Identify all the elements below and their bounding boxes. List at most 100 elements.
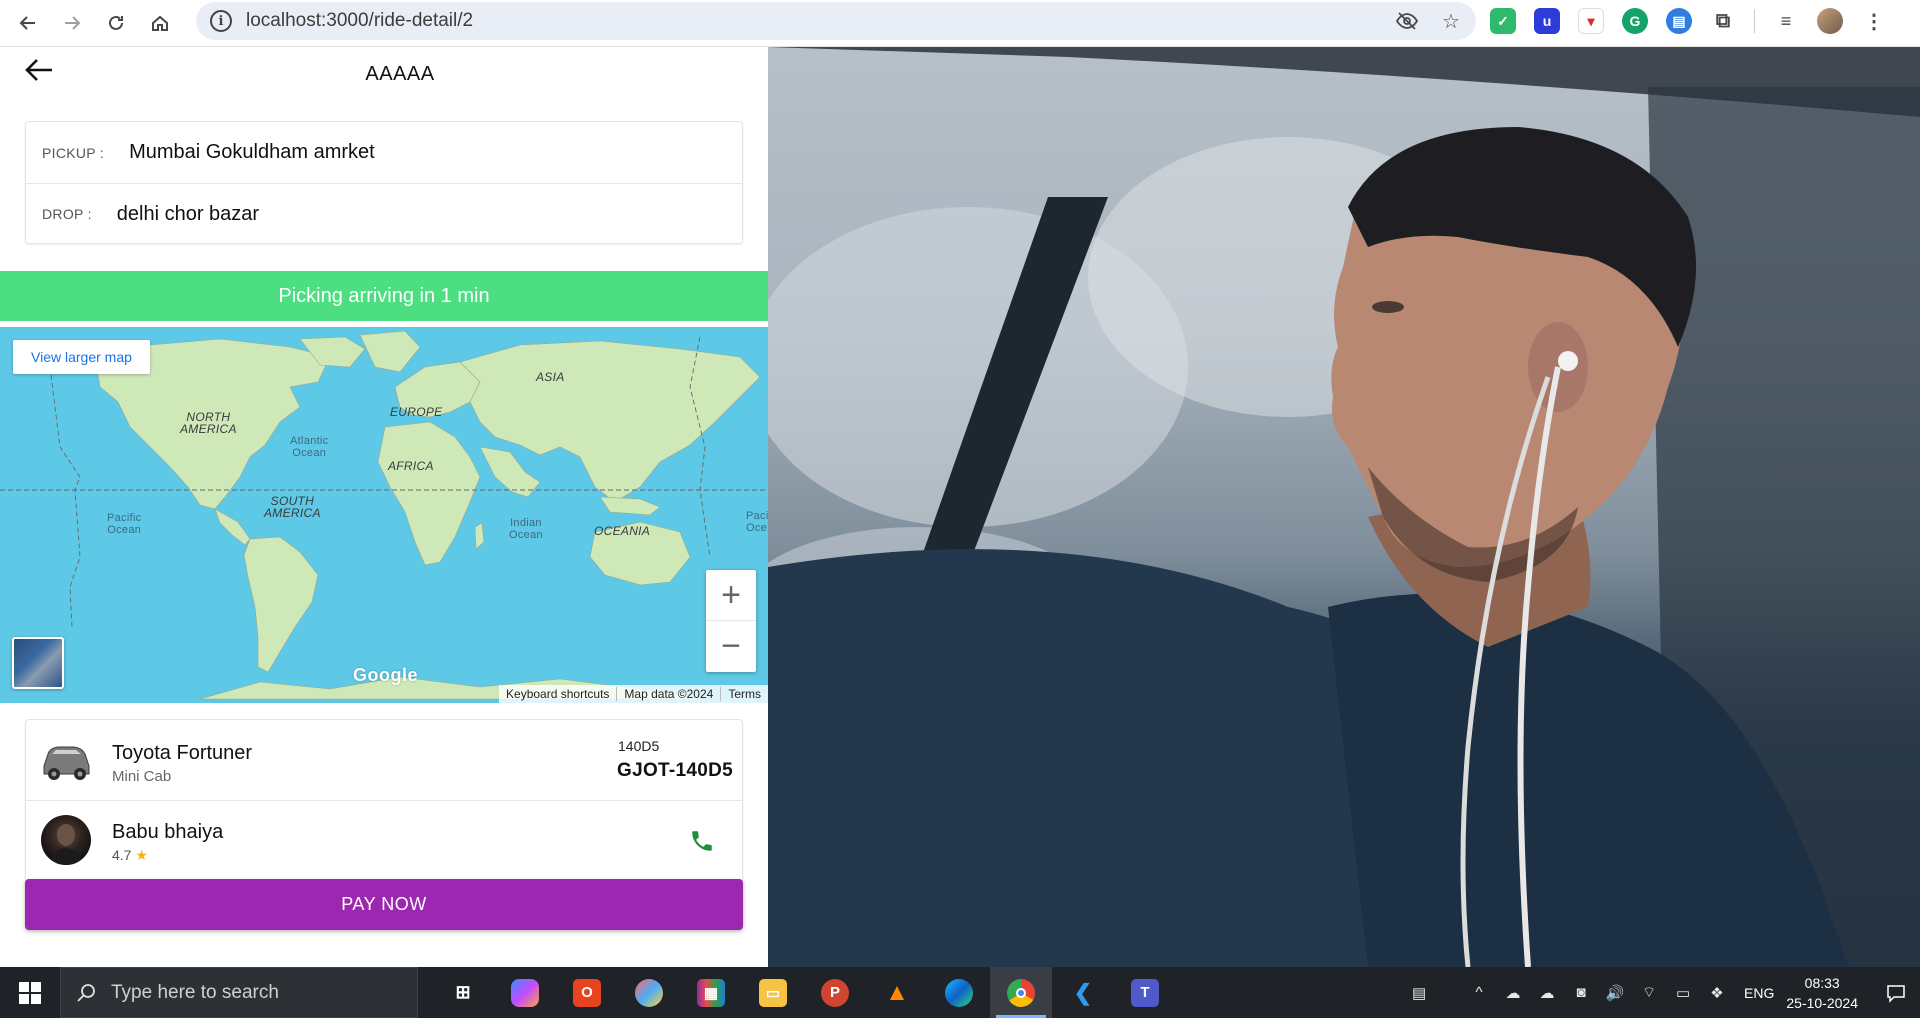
notification-icon[interactable] bbox=[1872, 967, 1920, 1018]
home-icon[interactable] bbox=[138, 5, 182, 41]
cloud-error-icon[interactable]: ☁ bbox=[1534, 980, 1560, 1006]
vehicle-row: Toyota Fortuner Mini Cab 140D5 GJOT-140D… bbox=[26, 720, 742, 800]
vehicle-name: Toyota Fortuner bbox=[112, 742, 253, 764]
grammarly-icon[interactable]: G bbox=[1622, 8, 1648, 34]
page-title: AAAAA bbox=[365, 63, 435, 85]
browser-menu-icon[interactable]: ⋮ bbox=[1861, 8, 1887, 34]
system-clock[interactable]: 08:33 25-10-2024 bbox=[1786, 973, 1858, 1013]
office-icon[interactable]: O bbox=[556, 967, 618, 1018]
camera-icon[interactable]: ◙ bbox=[1568, 980, 1594, 1006]
map-label-pacific-right-text: Paci Oce bbox=[746, 510, 768, 534]
map-label-south-america: SOUTH AMERICA bbox=[264, 495, 321, 519]
embedded-map[interactable]: View larger map NORTH AMERICA Atlantic O… bbox=[0, 327, 768, 703]
teams-icon[interactable]: T bbox=[1114, 967, 1176, 1018]
windows-taskbar: Type here to search ⊞ O ▦ ▭ P ▲ ❮ T ▤ ^ … bbox=[0, 967, 1920, 1018]
app-header: AAAAA bbox=[0, 47, 768, 99]
extensions-bar: ✓ u ▾ G ▤ ⧉ ≡ ⋮ bbox=[1490, 4, 1887, 38]
star-icon: ★ bbox=[135, 847, 148, 863]
task-view-icon[interactable]: ⊞ bbox=[432, 967, 494, 1018]
profile-avatar-icon[interactable] bbox=[1817, 8, 1843, 34]
zoom-out-button[interactable]: − bbox=[706, 620, 756, 671]
map-attribution: Keyboard shortcuts Map data ©2024 Terms bbox=[499, 685, 768, 703]
map-label-europe: EUROPE bbox=[390, 405, 443, 419]
extension-doc-icon[interactable]: ▤ bbox=[1666, 8, 1692, 34]
site-info-icon[interactable]: i bbox=[210, 10, 232, 32]
taskbar-search-box[interactable]: Type here to search bbox=[60, 967, 418, 1018]
map-label-atlantic-text: Atlantic Ocean bbox=[290, 435, 329, 459]
browser-toolbar: i localhost:3000/ride-detail/2 ☆ ✓ u ▾ G… bbox=[0, 0, 1920, 47]
drop-value: delhi chor bazar bbox=[116, 202, 260, 225]
plate-number: GJOT-140D5 bbox=[617, 760, 733, 781]
pickup-row: PICKUP : Mumbai Gokuldham amrket bbox=[26, 122, 742, 183]
address-bar[interactable]: i localhost:3000/ride-detail/2 ☆ bbox=[196, 2, 1476, 40]
view-larger-map-link[interactable]: View larger map bbox=[13, 340, 150, 374]
url-text[interactable]: localhost:3000/ride-detail/2 bbox=[246, 10, 473, 32]
reload-icon[interactable] bbox=[94, 5, 138, 41]
plate-short: 140D5 bbox=[618, 738, 660, 754]
news-widget-icon[interactable]: ▤ bbox=[1406, 980, 1432, 1006]
shield-extension-icon[interactable]: ✓ bbox=[1490, 8, 1516, 34]
map-label-south-america-text: SOUTH AMERICA bbox=[264, 494, 321, 520]
battery-icon[interactable]: ▭ bbox=[1670, 980, 1696, 1006]
map-label-indian: Indian Ocean bbox=[509, 517, 543, 541]
driver-photo-graphic bbox=[768, 47, 1920, 967]
location-card: PICKUP : Mumbai Gokuldham amrket DROP : … bbox=[25, 121, 743, 244]
bookmark-star-icon[interactable]: ☆ bbox=[1440, 10, 1462, 33]
volume-icon[interactable]: 🔊 bbox=[1602, 980, 1628, 1006]
driver-hero-image bbox=[768, 47, 1920, 967]
pickup-label: PICKUP : bbox=[42, 144, 105, 161]
puzzle-extensions-icon[interactable]: ⧉ bbox=[1710, 8, 1736, 34]
map-label-asia: ASIA bbox=[536, 370, 565, 384]
vscode-icon[interactable]: ❮ bbox=[1052, 967, 1114, 1018]
clock-date: 25-10-2024 bbox=[1786, 994, 1858, 1011]
chrome-icon[interactable] bbox=[990, 967, 1052, 1018]
google-logo: Google bbox=[353, 665, 418, 685]
map-label-pacific-right: Paci Oce bbox=[746, 510, 768, 534]
powerpoint-icon[interactable]: P bbox=[804, 967, 866, 1018]
extension-blue-icon[interactable]: u bbox=[1534, 8, 1560, 34]
map-label-pacific-text: Pacific Ocean bbox=[107, 512, 142, 536]
dropbox-icon[interactable]: ❖ bbox=[1704, 980, 1730, 1006]
extension-red-icon[interactable]: ▾ bbox=[1578, 8, 1604, 34]
browser-back-icon[interactable] bbox=[6, 5, 50, 41]
winrar-icon[interactable]: ▦ bbox=[680, 967, 742, 1018]
drop-label: DROP : bbox=[42, 206, 92, 222]
browser-forward-icon[interactable] bbox=[50, 5, 94, 41]
language-indicator[interactable]: ENG bbox=[1744, 985, 1774, 1001]
zoom-in-button[interactable]: + bbox=[706, 570, 756, 620]
rating-value: 4.7 bbox=[112, 847, 132, 863]
ride-detail-panel: AAAAA PICKUP : Mumbai Gokuldham amrket D… bbox=[0, 47, 768, 967]
driver-avatar bbox=[41, 815, 91, 865]
map-label-atlantic: Atlantic Ocean bbox=[290, 435, 328, 459]
clock-time: 08:33 bbox=[1804, 974, 1840, 991]
taskbar-apps: ⊞ O ▦ ▭ P ▲ ❮ T bbox=[432, 967, 1176, 1018]
eye-slash-icon[interactable] bbox=[1396, 10, 1418, 32]
wifi-icon[interactable]: ⌔ bbox=[1636, 980, 1662, 1006]
vehicle-type: Mini Cab bbox=[112, 768, 172, 785]
vlc-icon[interactable]: ▲ bbox=[866, 967, 928, 1018]
keyboard-shortcuts-link[interactable]: Keyboard shortcuts bbox=[499, 687, 616, 701]
map-data-text: Map data ©2024 bbox=[624, 687, 714, 701]
windows-start-icon[interactable] bbox=[0, 967, 60, 1018]
paint-icon[interactable] bbox=[618, 967, 680, 1018]
copilot-icon[interactable] bbox=[494, 967, 556, 1018]
edge-icon[interactable] bbox=[928, 967, 990, 1018]
map-label-indian-text: Indian Ocean bbox=[509, 517, 543, 541]
file-explorer-icon[interactable]: ▭ bbox=[742, 967, 804, 1018]
search-placeholder: Type here to search bbox=[111, 981, 279, 1003]
cloud-icon[interactable]: ☁ bbox=[1500, 980, 1526, 1006]
pay-now-button[interactable]: PAY NOW bbox=[25, 879, 743, 930]
map-label-africa: AFRICA bbox=[388, 459, 434, 473]
map-label-north-america-text: NORTH AMERICA bbox=[180, 410, 237, 436]
driver-row: Babu bhaiya 4.7 ★ bbox=[26, 800, 742, 880]
chevron-up-icon[interactable]: ^ bbox=[1466, 980, 1492, 1006]
arrival-status-bar: Picking arriving in 1 min bbox=[0, 271, 768, 321]
satellite-toggle-button[interactable] bbox=[12, 637, 64, 689]
toolbar-divider bbox=[1754, 9, 1755, 33]
media-queue-icon[interactable]: ≡ bbox=[1773, 8, 1799, 34]
terms-link[interactable]: Terms bbox=[721, 687, 768, 701]
phone-call-icon[interactable] bbox=[689, 828, 715, 854]
car-image bbox=[40, 736, 92, 784]
driver-name: Babu bhaiya bbox=[112, 821, 224, 843]
pickup-value: Mumbai Gokuldham amrket bbox=[129, 141, 375, 163]
